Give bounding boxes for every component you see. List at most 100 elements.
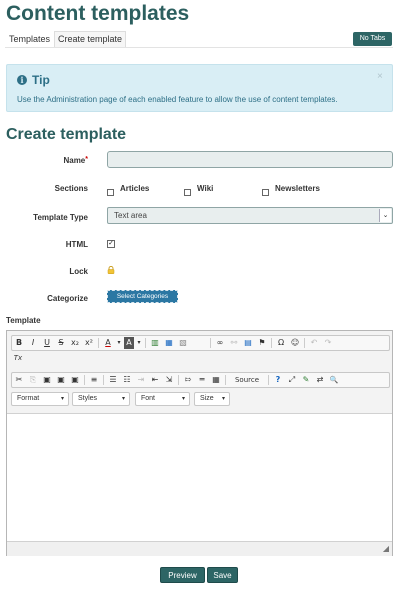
section-title: Create template — [6, 126, 127, 143]
undo-icon[interactable]: ↶ — [308, 337, 320, 349]
source-button[interactable]: Source — [229, 374, 265, 386]
name-label-text: Name — [63, 156, 86, 165]
paste-word-icon[interactable]: ▣ — [69, 374, 81, 386]
page-title: Content templates — [6, 2, 190, 25]
background-color-arrow[interactable]: ▾ — [136, 337, 142, 349]
background-color-button[interactable]: A — [124, 337, 134, 349]
link-icon[interactable]: ∞ — [214, 337, 226, 349]
align-icon[interactable]: ≡ — [88, 374, 100, 386]
preview-button[interactable]: Preview — [160, 567, 205, 583]
template-label: Template — [6, 316, 41, 325]
maximize-icon[interactable]: ⤢ — [286, 374, 298, 386]
page-icon[interactable]: ▤ — [242, 337, 254, 349]
lock-label: Lock — [69, 267, 88, 276]
template-type-value: Text area — [114, 211, 147, 220]
media-icon[interactable]: ▧ — [177, 337, 189, 349]
smiley-icon[interactable]: ☺ — [289, 337, 301, 349]
insert-icon[interactable]: ⇰ — [182, 374, 194, 386]
template-type-select[interactable]: Text area ⌄ — [107, 207, 393, 224]
superscript-button[interactable]: x² — [83, 337, 95, 349]
wiki-checkbox[interactable] — [184, 189, 191, 196]
paste-text-icon[interactable]: ▣ — [55, 374, 67, 386]
toolbar-row-1b: Tx — [11, 351, 27, 365]
replace-icon[interactable]: ⇄ — [314, 374, 326, 386]
toolbar-separator — [304, 338, 305, 348]
numbered-list-icon[interactable]: ☰ — [107, 374, 119, 386]
rich-text-editor: B I U S x₂ x² A ▾ A ▾ ▥ ▦ ▧ ∞ ⚯ ▤ ⚑ Ω ☺ … — [6, 330, 393, 556]
template-type-label: Template Type — [33, 213, 88, 222]
resize-handle-icon[interactable]: ◢ — [383, 544, 389, 553]
copy-icon[interactable]: ⎘ — [27, 374, 39, 386]
font-select[interactable]: Font ▾ — [135, 392, 190, 406]
unlink-icon[interactable]: ⚯ — [228, 337, 240, 349]
font-select-label: Font — [141, 395, 156, 402]
newsletters-checkbox[interactable] — [262, 189, 269, 196]
toolbar-separator — [268, 375, 269, 385]
tip-title-text: Tip — [32, 73, 50, 87]
block-icon[interactable]: ⇲ — [163, 374, 175, 386]
chevron-down-icon: ▾ — [60, 396, 64, 402]
insert-table-icon[interactable]: ▦ — [210, 374, 222, 386]
sections-label: Sections — [54, 184, 88, 193]
indent-icon[interactable]: ⇥ — [135, 374, 147, 386]
strikethrough-button[interactable]: S — [55, 337, 67, 349]
toolbar-separator — [145, 338, 146, 348]
toolbar-separator — [103, 375, 104, 385]
chevron-down-icon: ▾ — [181, 396, 185, 402]
paste-icon[interactable]: ▣ — [41, 374, 53, 386]
cut-icon[interactable]: ✂ — [13, 374, 25, 386]
styles-select[interactable]: Styles ▾ — [72, 392, 130, 406]
outdent-icon[interactable]: ⇤ — [149, 374, 161, 386]
tab-create-template[interactable]: Create template — [54, 31, 127, 47]
no-tabs-button[interactable]: No Tabs — [353, 32, 392, 46]
editor-content-area[interactable] — [7, 414, 392, 541]
help-icon[interactable]: ? — [272, 374, 284, 386]
chevron-down-icon: ⌄ — [379, 209, 391, 222]
tab-bar: Templates Create template — [5, 31, 127, 47]
required-marker: * — [85, 156, 88, 163]
horizontal-rule-icon[interactable]: ═ — [196, 374, 208, 386]
tab-templates[interactable]: Templates — [5, 31, 54, 47]
spellcheck-icon[interactable]: ✎ — [300, 374, 312, 386]
special-character-icon[interactable]: Ω — [275, 337, 287, 349]
html-checkbox[interactable]: ✓ — [107, 240, 115, 248]
format-select-label: Format — [17, 395, 40, 402]
toolbar-separator — [225, 375, 226, 385]
remove-format-icon[interactable]: Tx — [12, 352, 24, 364]
articles-checkbox[interactable] — [107, 189, 114, 196]
toolbar-separator — [210, 338, 211, 348]
save-button[interactable]: Save — [207, 567, 238, 583]
lock-icon[interactable] — [107, 266, 115, 274]
bold-button[interactable]: B — [13, 337, 25, 349]
format-select[interactable]: Format ▾ — [11, 392, 69, 406]
toolbar-row-2: ✂ ⎘ ▣ ▣ ▣ ≡ ☰ ☷ ⇥ ⇤ ⇲ ⇰ ═ ▦ Source ? ⤢ ✎… — [11, 372, 390, 388]
toolbar-row-1: B I U S x₂ x² A ▾ A ▾ ▥ ▦ ▧ ∞ ⚯ ▤ ⚑ Ω ☺ … — [11, 335, 390, 351]
info-icon: i — [17, 75, 27, 85]
toolbar-separator — [84, 375, 85, 385]
size-select[interactable]: Size ▾ — [194, 392, 230, 406]
anchor-flag-icon[interactable]: ⚑ — [256, 337, 268, 349]
editor-statusbar: ◢ — [7, 541, 392, 556]
articles-label: Articles — [120, 184, 150, 193]
subscript-button[interactable]: x₂ — [69, 337, 81, 349]
find-icon[interactable]: 🔍 — [328, 374, 340, 386]
text-color-arrow[interactable]: ▾ — [116, 337, 122, 349]
bulleted-list-icon[interactable]: ☷ — [121, 374, 133, 386]
toolbar-separator — [98, 338, 99, 348]
underline-button[interactable]: U — [41, 337, 53, 349]
tip-text: Use the Administration page of each enab… — [17, 95, 338, 104]
text-color-button[interactable]: A — [102, 337, 114, 349]
close-icon[interactable]: × — [377, 71, 383, 82]
tabs-divider — [5, 47, 393, 48]
redo-icon[interactable]: ↷ — [322, 337, 334, 349]
editor-toolbar: B I U S x₂ x² A ▾ A ▾ ▥ ▦ ▧ ∞ ⚯ ▤ ⚑ Ω ☺ … — [7, 331, 392, 414]
italic-button[interactable]: I — [27, 337, 39, 349]
name-field[interactable] — [107, 151, 393, 168]
chevron-down-icon: ▾ — [221, 396, 225, 402]
toolbar-separator — [271, 338, 272, 348]
table-icon[interactable]: ▦ — [163, 337, 175, 349]
select-categories-button[interactable]: Select Categories — [107, 290, 178, 303]
wiki-label: Wiki — [197, 184, 214, 193]
image-icon[interactable]: ▥ — [149, 337, 161, 349]
categorize-label: Categorize — [47, 294, 88, 303]
